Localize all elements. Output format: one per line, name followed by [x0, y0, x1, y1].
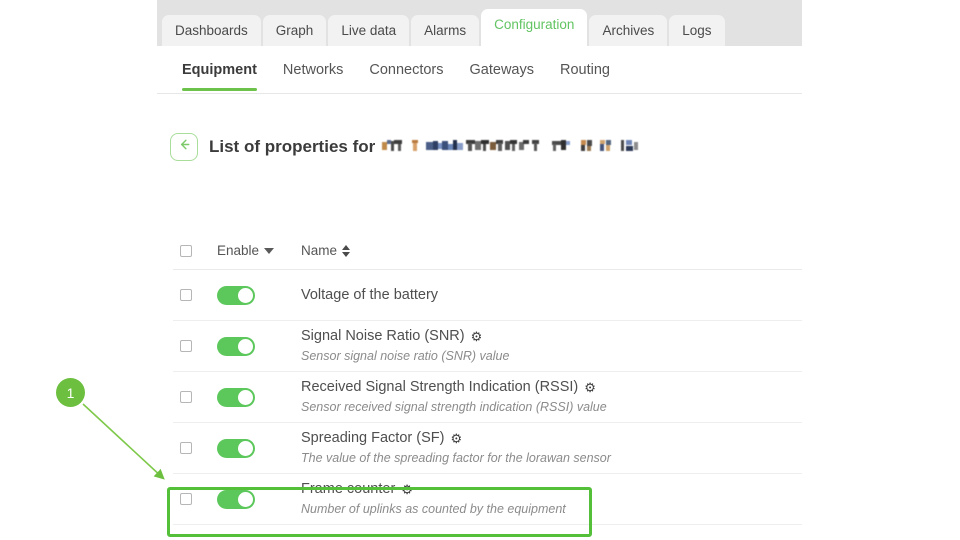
tab-live-data[interactable]: Live data: [328, 15, 410, 49]
enable-toggle[interactable]: [217, 489, 255, 509]
gear-icon[interactable]: ⚙: [471, 330, 483, 343]
table-header-row: Enable Name: [173, 232, 802, 270]
property-description: Sensor received signal strength indicati…: [301, 400, 607, 415]
row-select-cell: [180, 493, 217, 505]
annotation-badge-label: 1: [66, 384, 75, 401]
row-enable-cell: [217, 438, 301, 458]
enable-toggle[interactable]: [217, 387, 255, 407]
enable-toggle[interactable]: [217, 285, 255, 305]
page-header: List of properties for: [170, 133, 654, 161]
subnav-item-connectors[interactable]: Connectors: [369, 49, 443, 90]
page-title: List of properties for: [209, 137, 654, 157]
sort-icon[interactable]: [342, 244, 351, 257]
row-enable-cell: [217, 336, 301, 356]
row-checkbox[interactable]: [180, 340, 192, 352]
row-enable-cell: [217, 489, 301, 509]
row-checkbox[interactable]: [180, 493, 192, 505]
redacted-equipment-name: [382, 138, 654, 155]
property-name: Frame counter: [301, 481, 396, 498]
annotation-badge-1: 1: [56, 378, 85, 407]
row-select-cell: [180, 289, 217, 301]
table-row[interactable]: Received Signal Strength Indication (RSS…: [173, 372, 802, 423]
property-description: The value of the spreading factor for th…: [301, 451, 611, 466]
property-name: Signal Noise Ratio (SNR): [301, 328, 465, 345]
row-enable-cell: [217, 285, 301, 305]
row-name-cell: Spreading Factor (SF) ⚙ The value of the…: [301, 429, 802, 466]
row-checkbox[interactable]: [180, 442, 192, 454]
row-select-cell: [180, 340, 217, 352]
properties-table: Enable Name Voltage of the battery Signa…: [173, 232, 802, 525]
subnav-item-equipment[interactable]: Equipment: [182, 49, 257, 91]
arrow-left-icon: [177, 137, 192, 157]
gear-icon[interactable]: ⚙: [401, 483, 413, 496]
subnav-item-networks[interactable]: Networks: [283, 49, 343, 90]
row-enable-cell: [217, 387, 301, 407]
row-select-cell: [180, 442, 217, 454]
property-name: Voltage of the battery: [301, 286, 439, 303]
row-name-cell: Signal Noise Ratio (SNR) ⚙ Sensor signal…: [301, 327, 802, 364]
tab-archives[interactable]: Archives: [589, 15, 668, 49]
column-header-enable-label: Enable: [217, 243, 260, 258]
select-all-checkbox[interactable]: [180, 244, 192, 257]
column-header-enable[interactable]: Enable: [217, 243, 301, 258]
tab-configuration[interactable]: Configuration: [481, 9, 588, 46]
page-title-text: List of properties for: [209, 137, 376, 156]
tab-logs[interactable]: Logs: [669, 15, 725, 49]
back-button[interactable]: [170, 133, 198, 161]
enable-toggle[interactable]: [217, 336, 255, 356]
row-name-cell: Frame counter ⚙ Number of uplinks as cou…: [301, 480, 802, 517]
table-row[interactable]: Frame counter ⚙ Number of uplinks as cou…: [173, 474, 802, 525]
row-checkbox[interactable]: [180, 391, 192, 403]
caret-down-icon[interactable]: [264, 247, 275, 254]
property-name: Spreading Factor (SF): [301, 430, 445, 447]
property-name: Received Signal Strength Indication (RSS…: [301, 379, 579, 396]
row-checkbox[interactable]: [180, 289, 192, 301]
property-description: Number of uplinks as counted by the equi…: [301, 502, 566, 517]
sub-navigation: Equipment Networks Connectors Gateways R…: [157, 46, 802, 94]
tab-dashboards[interactable]: Dashboards: [162, 15, 261, 49]
row-name-cell: Received Signal Strength Indication (RSS…: [301, 378, 802, 415]
select-all-cell: [180, 244, 217, 257]
subnav-item-routing[interactable]: Routing: [560, 49, 610, 90]
main-tab-bar: Dashboards Graph Live data Alarms Config…: [157, 0, 802, 49]
tab-graph[interactable]: Graph: [262, 15, 327, 49]
table-row[interactable]: Signal Noise Ratio (SNR) ⚙ Sensor signal…: [173, 321, 802, 372]
enable-toggle[interactable]: [217, 438, 255, 458]
gear-icon[interactable]: ⚙: [584, 381, 596, 394]
row-select-cell: [180, 391, 217, 403]
table-row[interactable]: Spreading Factor (SF) ⚙ The value of the…: [173, 423, 802, 474]
column-header-name-label: Name: [301, 243, 338, 258]
table-row[interactable]: Voltage of the battery: [173, 270, 802, 321]
property-description: Sensor signal noise ratio (SNR) value: [301, 349, 510, 364]
subnav-item-gateways[interactable]: Gateways: [470, 49, 534, 90]
tab-alarms[interactable]: Alarms: [411, 15, 480, 49]
gear-icon[interactable]: ⚙: [450, 432, 462, 445]
row-name-cell: Voltage of the battery: [301, 286, 802, 305]
column-header-name[interactable]: Name: [301, 243, 802, 258]
